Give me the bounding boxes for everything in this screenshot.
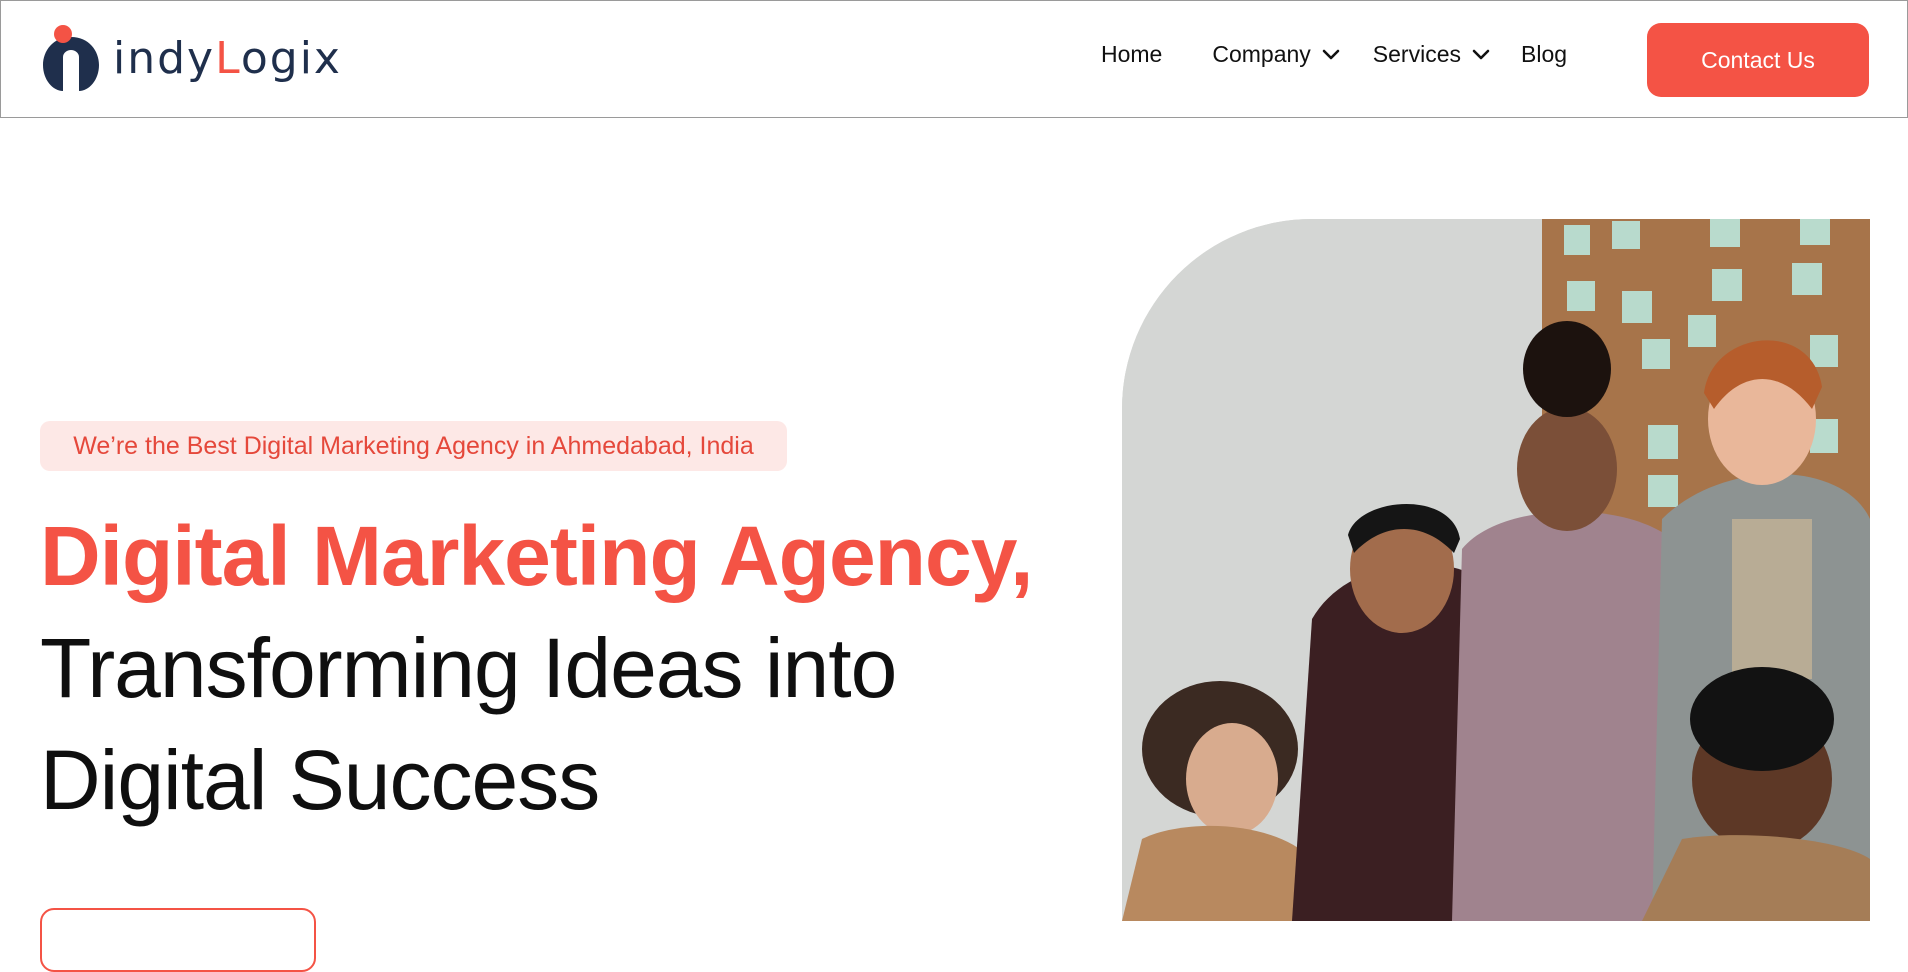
logo-wordmark: indyLogix [113, 32, 342, 84]
logo-mark-icon [41, 23, 101, 93]
hero-cta-button[interactable] [40, 908, 316, 972]
hero-headline: Digital Marketing Agency, Transforming I… [40, 500, 1090, 836]
contact-us-button[interactable]: Contact Us [1647, 23, 1869, 97]
main-nav: Home Company Services Blog [1101, 41, 1567, 68]
logo[interactable]: indyLogix [41, 23, 342, 93]
hero-headline-rest: Transforming Ideas into Digital Success [40, 621, 897, 827]
nav-home[interactable]: Home [1101, 41, 1162, 68]
chevron-down-icon [1472, 49, 1490, 59]
hero-headline-accent: Digital Marketing Agency, [40, 509, 1034, 603]
nav-blog[interactable]: Blog [1521, 41, 1567, 68]
chevron-down-icon [1322, 49, 1340, 59]
nav-company-label: Company [1212, 41, 1311, 67]
nav-company[interactable]: Company [1212, 41, 1340, 68]
nav-services[interactable]: Services [1373, 41, 1491, 68]
hero-team-image [1122, 219, 1870, 921]
nav-services-label: Services [1372, 41, 1461, 67]
hero-badge: We’re the Best Digital Marketing Agency … [40, 421, 787, 471]
site-header: indyLogix Home Company Services Blog Con… [0, 0, 1908, 118]
